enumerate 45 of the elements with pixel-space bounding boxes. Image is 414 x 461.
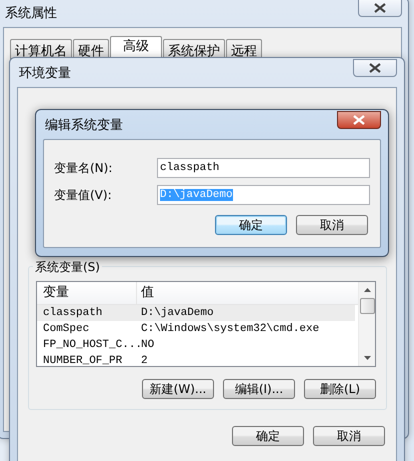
group-label: 系统变量(S): [33, 259, 102, 276]
column-header[interactable]: 变量: [37, 282, 137, 304]
list-action-button[interactable]: 新建(W)...: [142, 379, 214, 399]
field-value: D:\javaDemo: [160, 189, 233, 201]
list-row[interactable]: ComSpec C:\Windows\system32\cmd.exe: [37, 321, 355, 337]
dialog-button[interactable]: 取消: [296, 215, 368, 235]
window-title: 环境变量: [18, 64, 71, 82]
dialog-button[interactable]: 确定: [232, 426, 304, 446]
close-icon: [369, 63, 381, 73]
scroll-down-icon: [364, 356, 370, 360]
list-row[interactable]: NUMBER_OF_PR 2: [37, 353, 355, 366]
close-icon: [374, 3, 386, 13]
variable-value: D:\javaDemo: [140, 306, 215, 321]
tab[interactable]: 远程: [226, 39, 262, 58]
tab[interactable]: 计算机名: [10, 39, 72, 58]
list-row[interactable]: classpath D:\javaDemo: [37, 305, 355, 321]
variable-name: NUMBER_OF_PR: [42, 354, 124, 366]
dialog-button[interactable]: 确定: [215, 215, 287, 235]
close-button[interactable]: [337, 111, 381, 129]
field-value: classpath: [160, 162, 220, 174]
variable-value: 2: [140, 354, 149, 366]
variable-name: ComSpec: [42, 322, 90, 337]
field-label: 变量值(V):: [54, 186, 113, 204]
variable-name: classpath: [42, 306, 104, 321]
close-button[interactable]: [353, 59, 397, 77]
list-action-button[interactable]: 删除(L): [304, 379, 376, 399]
column-header[interactable]: 值: [137, 282, 357, 304]
input-field[interactable]: classpath: [157, 158, 370, 178]
field-label: 变量名(N):: [54, 160, 114, 176]
variable-name: FP_NO_HOST_C...: [42, 338, 137, 353]
window-title: 编辑系统变量: [44, 116, 123, 134]
list-row[interactable]: FP_NO_HOST_C...NO: [37, 337, 355, 353]
dialog-button[interactable]: 取消: [313, 426, 385, 446]
tab[interactable]: 系统保护: [163, 39, 225, 58]
scroll-thumb[interactable]: [360, 298, 374, 314]
tab[interactable]: 硬件: [73, 39, 109, 58]
variable-value: C:\Windows\system32\cmd.exe: [140, 322, 320, 337]
scroll-up-icon: [364, 288, 370, 292]
window-title: 系统属性: [4, 4, 57, 22]
close-button[interactable]: [358, 0, 402, 17]
scrollbar[interactable]: [358, 282, 375, 366]
close-icon: [353, 115, 365, 125]
list-action-button[interactable]: 编辑(I)...: [223, 379, 295, 399]
tab[interactable]: 高级: [110, 36, 162, 58]
variable-value: NO: [140, 338, 156, 353]
